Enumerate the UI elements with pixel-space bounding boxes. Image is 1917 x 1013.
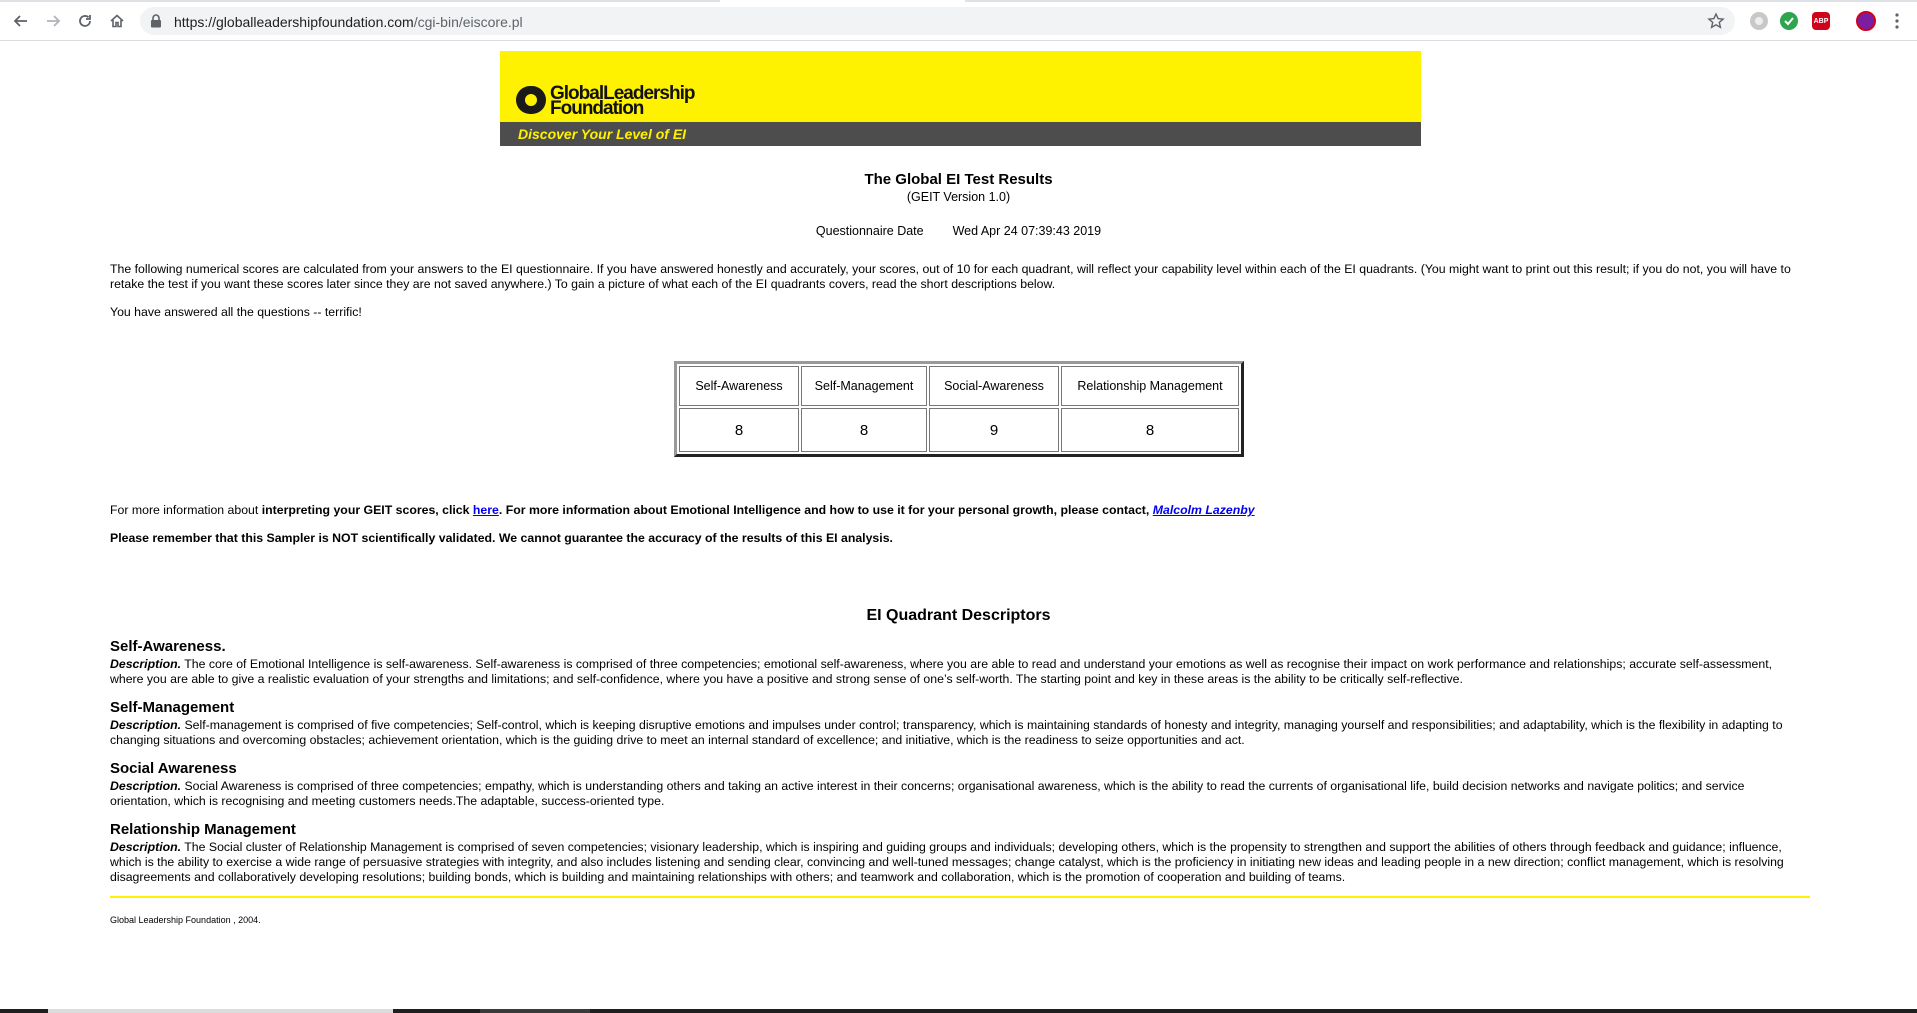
description-label: Description. (110, 840, 182, 854)
url-text[interactable]: https://globalleadershipfoundation.com/c… (174, 14, 523, 30)
header-social-awareness: Social-Awareness (929, 366, 1059, 406)
bottom-window-strip (0, 1009, 1917, 1013)
score-self-management: 8 (801, 408, 927, 452)
url-host: https://globalleadershipfoundation.com (174, 14, 414, 30)
disclaimer: Please remember that this Sampler is NOT… (110, 531, 893, 545)
score-self-awareness: 8 (679, 408, 799, 452)
questionnaire-date-label: Questionnaire Date (815, 224, 924, 238)
scores-header-row: Self-Awareness Self-Management Social-Aw… (679, 366, 1239, 406)
descriptors-title: EI Quadrant Descriptors (866, 607, 1051, 624)
descriptor-heading-self-awareness: Self-Awareness. (110, 638, 226, 655)
adblock-plus-icon[interactable]: ABP (1812, 12, 1830, 30)
header-relationship-management: Relationship Management (1061, 366, 1239, 406)
descriptor-body-relationship-management: Description. The Social cluster of Relat… (110, 840, 1800, 885)
menu-kebab-icon[interactable] (1895, 13, 1899, 34)
info-bold-2: . For more information about Emotional I… (498, 503, 1153, 517)
bottom-strip-segment (480, 1009, 590, 1013)
lock-icon (150, 14, 162, 33)
here-link[interactable]: here (473, 503, 499, 517)
results-title: The Global EI Test Results (864, 171, 1053, 188)
questionnaire-date-value: Wed Apr 24 07:39:43 2019 (952, 224, 1102, 238)
descriptor-heading-relationship-management: Relationship Management (110, 821, 296, 838)
scores-table: Self-Awareness Self-Management Social-Aw… (674, 361, 1244, 457)
logo-line-2: Foundation (550, 98, 644, 119)
descriptor-text: The Social cluster of Relationship Manag… (110, 840, 1784, 884)
info-paragraph: For more information about interpreting … (110, 503, 1810, 518)
bottom-strip-segment (48, 1009, 393, 1013)
banner-tagline-band: Discover Your Level of EI (500, 122, 1421, 146)
description-label: Description. (110, 779, 182, 793)
banner-yellow-band: GlobalLeadership Foundation (500, 51, 1421, 122)
descriptor-heading-social-awareness: Social Awareness (110, 760, 237, 777)
descriptor-text: Self-management is comprised of five com… (110, 718, 1783, 747)
home-icon[interactable] (105, 9, 129, 33)
contact-link[interactable]: Malcolm Lazenby (1153, 503, 1255, 517)
footer-divider (110, 896, 1810, 898)
address-bar[interactable]: https://globalleadershipfoundation.com/c… (140, 7, 1735, 35)
url-path: /cgi-bin/eiscore.pl (413, 14, 523, 30)
scores-value-row: 8 8 9 8 (679, 408, 1239, 452)
bookmark-star-icon[interactable] (1707, 12, 1725, 35)
description-label: Description. (110, 657, 182, 671)
banner-tagline: Discover Your Level of EI (518, 126, 687, 142)
intro-paragraph: The following numerical scores are calcu… (110, 262, 1791, 291)
header-self-management: Self-Management (801, 366, 927, 406)
score-social-awareness: 9 (929, 408, 1059, 452)
header-self-awareness: Self-Awareness (679, 366, 799, 406)
description-label: Description. (110, 718, 182, 732)
results-subtitle: (GEIT Version 1.0) (906, 190, 1011, 204)
descriptor-body-self-management: Description. Self-management is comprise… (110, 718, 1800, 748)
browser-toolbar: https://globalleadershipfoundation.com/c… (0, 0, 1917, 41)
adblock-label: ABP (1813, 17, 1829, 25)
info-bold-1: interpreting your GEIT scores, click (261, 503, 473, 517)
info-prefix: For more information about (110, 503, 262, 517)
profile-avatar-icon[interactable] (1856, 11, 1876, 31)
questionnaire-date: Questionnaire Date Wed Apr 24 07:39:43 2… (0, 224, 1917, 238)
footer-copyright: Global Leadership Foundation , 2004. (110, 915, 261, 925)
descriptor-body-social-awareness: Description. Social Awareness is compris… (110, 779, 1800, 809)
descriptor-body-self-awareness: Description. The core of Emotional Intel… (110, 657, 1800, 687)
foundation-logo-icon (516, 86, 546, 114)
descriptor-text: The core of Emotional Intelligence is se… (110, 657, 1773, 686)
score-relationship-management: 8 (1061, 408, 1239, 452)
check-extension-icon[interactable] (1780, 12, 1798, 30)
circle-extension-icon[interactable] (1750, 12, 1768, 30)
site-banner: GlobalLeadership Foundation Discover You… (500, 51, 1421, 146)
reload-icon[interactable] (73, 9, 97, 33)
active-tab-gap (720, 0, 965, 2)
descriptor-heading-self-management: Self-Management (110, 699, 235, 716)
forward-icon[interactable] (41, 9, 65, 33)
back-icon[interactable] (9, 9, 33, 33)
answered-message: You have answered all the questions -- t… (110, 305, 362, 319)
descriptor-text: Social Awareness is comprised of three c… (110, 779, 1745, 808)
